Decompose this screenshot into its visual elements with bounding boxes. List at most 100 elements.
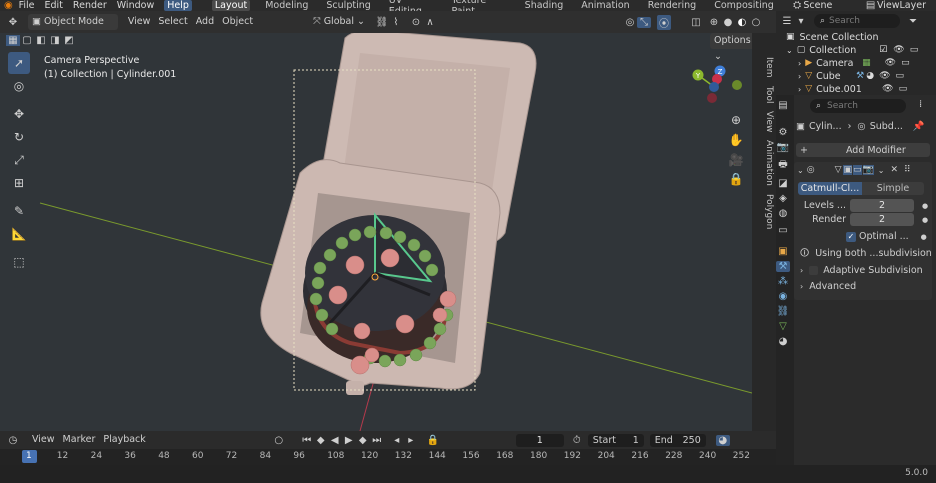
remove-modifier-icon[interactable]: ✕ [890, 165, 898, 175]
expand-icon[interactable]: › [798, 70, 801, 83]
menu-object[interactable]: Object [218, 14, 257, 30]
menu-render[interactable]: Render [73, 0, 107, 11]
annotate-tool-icon[interactable]: ✎ [8, 200, 30, 222]
lock-keying-icon[interactable]: 🔒 [426, 435, 440, 446]
keyframe-dot-icon[interactable]: ● [922, 216, 928, 224]
collection-tab-icon[interactable]: ▭ [776, 225, 790, 236]
edit-mode-cage-icon[interactable]: ▽ [835, 165, 842, 175]
falloff-icon[interactable]: ∧ [423, 17, 437, 28]
shading-wireframe-icon[interactable]: ⊕ [707, 17, 721, 28]
tab-animation[interactable]: Animation [578, 0, 632, 11]
mode-catmull-clark[interactable]: Catmull-Cl... [798, 182, 862, 195]
timeline-menu-playback[interactable]: Playback [99, 432, 149, 448]
camera-restrict-icon[interactable]: ▭ [901, 57, 910, 70]
gizmo-neg-z-handle[interactable] [709, 82, 719, 92]
play-reverse-icon[interactable]: ◀ [328, 435, 342, 446]
select-subtract-icon[interactable]: ◨ [48, 35, 62, 46]
outliner-scene-collection[interactable]: ▣ Scene Collection [776, 31, 936, 44]
start-frame-field[interactable]: Start 1 [587, 433, 644, 447]
clock-icon[interactable]: ⏱ [570, 435, 584, 446]
play-icon[interactable]: ▶ [342, 435, 356, 446]
transform-orientation-selector[interactable]: ⤧ Global ⌄ [309, 14, 369, 30]
material-tab-icon[interactable]: ◕ [776, 336, 790, 347]
camera-restrict-icon[interactable]: ▭ [896, 70, 905, 83]
key-prev-icon[interactable]: ◂ [390, 435, 404, 446]
filter-icon[interactable]: ⏷ [906, 16, 920, 27]
data-tab-icon[interactable]: ▽ [776, 321, 790, 332]
pin-icon[interactable]: 📌 [913, 121, 925, 132]
scene-tab-icon[interactable]: ◈ [776, 193, 790, 204]
view-layer-selector[interactable]: ViewLayer [877, 0, 926, 11]
side-tab-view[interactable]: View [754, 107, 774, 136]
tool-tab-icon[interactable]: ⚙ [776, 127, 790, 138]
expand-icon[interactable]: › [798, 57, 801, 70]
move-tool-icon[interactable]: ✥ [8, 103, 30, 125]
levels-render-field[interactable]: 2 [850, 213, 914, 226]
menu-add[interactable]: Add [192, 14, 218, 30]
outliner-search[interactable]: ⌕ Search [814, 14, 900, 28]
pivot-icon[interactable]: ⛓ [375, 17, 389, 28]
visibility-icon[interactable]: ◎ [623, 17, 637, 28]
zoom-icon[interactable]: ⊕ [725, 109, 747, 131]
next-keyframe-icon[interactable]: ◆ [356, 435, 370, 446]
tab-modeling[interactable]: Modeling [262, 0, 311, 11]
props-editor-icon[interactable]: ▤ [776, 100, 790, 111]
overlay-toggle-icon[interactable]: ⦿ [656, 14, 671, 30]
expand-icon[interactable]: › [800, 282, 803, 291]
end-frame-field[interactable]: End 250 [649, 433, 706, 447]
menu-window[interactable]: Window [117, 0, 154, 11]
side-tab-item[interactable]: Item [754, 53, 774, 82]
render-tab-icon[interactable]: 📷 [776, 142, 790, 153]
dropdown-icon[interactable]: ⌄ [878, 166, 885, 175]
record-icon[interactable]: ○ [272, 435, 286, 446]
tab-shading[interactable]: Shading [522, 0, 567, 11]
shading-material-icon[interactable]: ◐ [735, 17, 749, 28]
expand-icon[interactable]: › [800, 266, 803, 275]
shading-rendered-icon[interactable]: ○ [749, 17, 763, 28]
drag-handle-icon[interactable]: ⠿ [904, 165, 911, 175]
jump-end-icon[interactable]: ⏭ [370, 435, 384, 446]
show-render-icon[interactable]: 📷 [862, 165, 874, 175]
timeline-menu-view[interactable]: View [28, 432, 59, 448]
outliner-item-cube[interactable]: › ▽ Cube ⚒ ◕ 👁 ▭ [776, 70, 936, 83]
mode-simple[interactable]: Simple [862, 182, 924, 195]
display-mode-icon[interactable]: ▾ [794, 16, 808, 27]
show-edit-mode-icon[interactable]: ▣ [843, 165, 852, 175]
pan-hand-icon[interactable]: ✋ [725, 129, 747, 151]
keyframe-dot-icon[interactable]: ● [921, 233, 927, 241]
side-tab-tool[interactable]: Tool [754, 82, 774, 107]
levels-viewport-field[interactable]: 2 [850, 199, 914, 212]
adaptive-checkbox[interactable] [809, 265, 819, 275]
optimal-display-checkbox[interactable]: ✓ [846, 231, 856, 242]
select-box-mode-icon[interactable]: ▦ [6, 34, 20, 46]
gizmo-toggle-icon[interactable]: ⤡ [636, 16, 651, 28]
key-next-icon[interactable]: ▸ [404, 435, 418, 446]
tab-rendering[interactable]: Rendering [645, 0, 700, 11]
breadcrumb-object[interactable]: Cylin... [809, 121, 842, 132]
current-frame-field[interactable]: 1 [515, 433, 564, 447]
side-tab-animation[interactable]: Animation [754, 136, 774, 190]
snap-icon[interactable]: ⌇ [389, 17, 403, 28]
blender-logo-icon[interactable]: ◉ [2, 0, 15, 11]
collapse-icon[interactable]: ⌄ [797, 166, 804, 175]
eye-icon[interactable]: 👁 [885, 57, 896, 70]
exclude-checkbox[interactable]: ☑ [879, 44, 887, 57]
3d-viewport[interactable]: Camera Perspective (1) Collection | Cyli… [0, 33, 752, 431]
breadcrumb-modifier[interactable]: Subd... [870, 121, 903, 132]
menu-help[interactable]: Help [164, 0, 192, 11]
tab-compositing[interactable]: Compositing [711, 0, 777, 11]
select-extend-icon[interactable]: ◧ [34, 35, 48, 46]
camera-restrict-icon[interactable]: ▭ [910, 44, 919, 57]
output-tab-icon[interactable]: 🖶 [776, 157, 790, 174]
menu-select[interactable]: Select [154, 14, 191, 30]
world-tab-icon[interactable]: ◍ [776, 208, 790, 219]
transform-tool-icon[interactable]: ⊞ [8, 172, 30, 194]
object-tab-icon[interactable]: ▣ [776, 246, 790, 257]
prev-keyframe-icon[interactable]: ◆ [314, 435, 328, 446]
menu-file[interactable]: File [19, 0, 35, 11]
timeline-menu-marker[interactable]: Marker [59, 432, 100, 448]
tab-sculpting[interactable]: Sculpting [323, 0, 373, 11]
scene-selector[interactable]: Scene [803, 0, 832, 11]
menu-edit[interactable]: Edit [45, 0, 63, 11]
adaptive-subdivision-label[interactable]: Adaptive Subdivision [823, 265, 923, 276]
